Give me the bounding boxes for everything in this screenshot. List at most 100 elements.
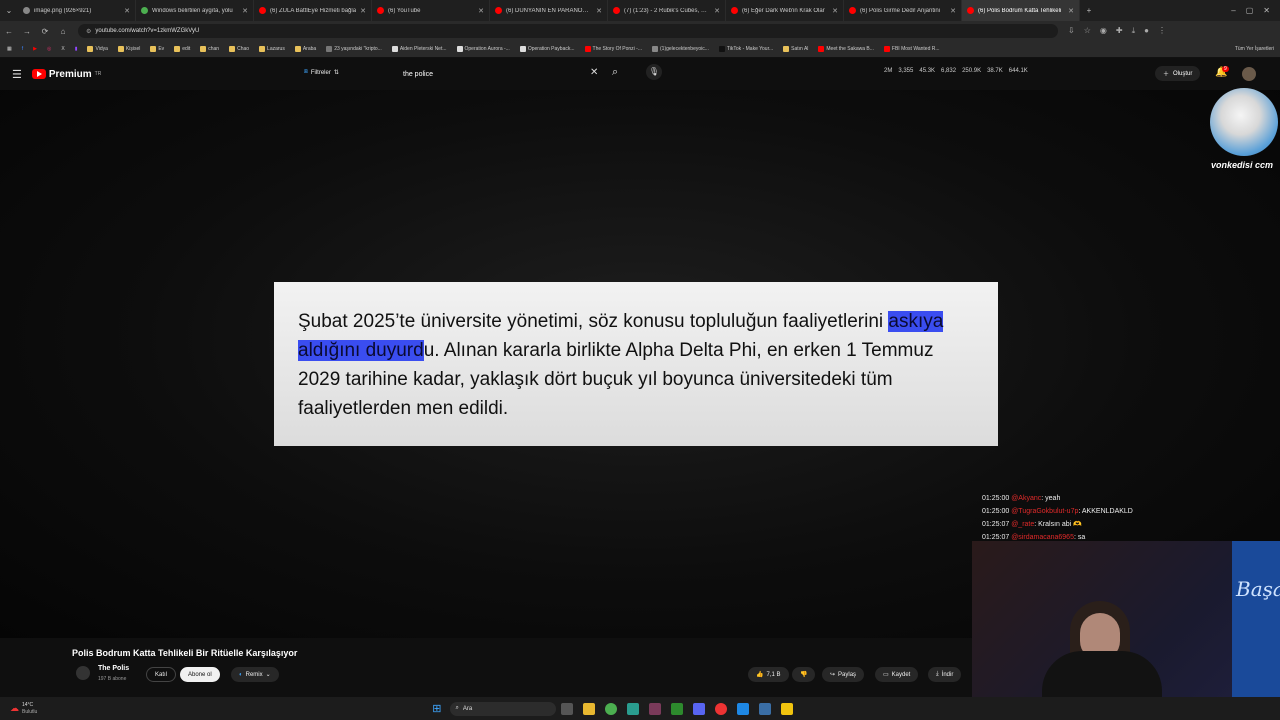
remix-button[interactable]: ◐ Remix ⌄ bbox=[231, 667, 279, 682]
tab-close-icon[interactable]: ✕ bbox=[714, 7, 720, 15]
youtube-logo[interactable]: Premium TR bbox=[31, 69, 101, 80]
app-icon-4[interactable] bbox=[714, 702, 727, 715]
bookmark-11[interactable]: Operation Payback... bbox=[517, 46, 578, 52]
app-icon-2[interactable] bbox=[648, 702, 661, 715]
extension-icon[interactable]: ◉ bbox=[1100, 26, 1107, 36]
like-button[interactable]: 👍 7,1 B bbox=[748, 667, 789, 682]
bookmark-folder-icon bbox=[229, 46, 236, 52]
bookmark-13[interactable]: (1)gelecektenbeyoic... bbox=[649, 46, 712, 52]
search-input[interactable]: the police bbox=[397, 64, 605, 84]
subscribe-button[interactable]: Abone ol bbox=[180, 667, 220, 682]
puzzle-icon[interactable]: ✚ bbox=[1116, 26, 1123, 36]
filters-button[interactable]: ⧈ Filtreler ⇅ bbox=[304, 69, 339, 76]
dislike-button[interactable]: 👎 bbox=[792, 667, 816, 682]
maximize-icon[interactable]: ▢ bbox=[1246, 6, 1254, 15]
share-button[interactable]: ↪ Paylaş bbox=[822, 667, 865, 682]
tab-close-icon[interactable]: ✕ bbox=[832, 7, 838, 15]
app-icon-1[interactable] bbox=[626, 702, 639, 715]
create-button[interactable]: ＋ Oluştur bbox=[1155, 66, 1201, 81]
bookmark-7[interactable]: Araba bbox=[292, 46, 319, 52]
clear-search-icon[interactable]: ✕ bbox=[590, 67, 598, 78]
taskbar-search[interactable]: ⌕ Ara bbox=[449, 701, 556, 716]
bookmark-16[interactable]: Meet the Sakawa B... bbox=[815, 46, 877, 52]
filters-label: Filtreler bbox=[310, 69, 331, 76]
bookmark-14[interactable]: TikTok - Make Your... bbox=[716, 46, 776, 52]
forward-icon[interactable]: → bbox=[18, 27, 36, 36]
star-icon[interactable]: ☆ bbox=[1084, 26, 1091, 36]
hamburger-menu-icon[interactable]: ☰ bbox=[12, 68, 22, 81]
bookmark-15[interactable]: Satın Al bbox=[780, 46, 811, 52]
twitch-icon[interactable]: ▮ bbox=[72, 46, 81, 52]
bookmark-5[interactable]: Chao bbox=[226, 46, 252, 52]
channel-avatar[interactable] bbox=[76, 666, 90, 680]
tab-close-icon[interactable]: ✕ bbox=[1068, 7, 1074, 15]
steam-icon[interactable] bbox=[758, 702, 771, 715]
tab-6[interactable]: (6) Eğer Dark Web'in Krak Olar ✕ bbox=[726, 0, 844, 21]
url-input[interactable]: ⚙ youtube.com/watch?v=1zkmWZGkVyU bbox=[78, 24, 1058, 38]
menu-icon[interactable]: ⋮ bbox=[1158, 26, 1166, 36]
join-button[interactable]: Katıl bbox=[146, 667, 177, 682]
bookmark-label: (1)gelecektenbeyoic... bbox=[660, 46, 709, 52]
tab-3[interactable]: (6) YouTube ✕ bbox=[372, 0, 490, 21]
bookmark-6[interactable]: Lazarus bbox=[256, 46, 288, 52]
chrome-icon[interactable] bbox=[604, 702, 617, 715]
chat-message: 01:25:00 @Akyanc: yeah bbox=[982, 495, 1061, 502]
all-bookmarks[interactable]: Tüm Yer İşaretleri bbox=[1232, 46, 1280, 52]
tab-close-icon[interactable]: ✕ bbox=[950, 7, 956, 15]
site-info-icon[interactable]: ⚙ bbox=[86, 28, 91, 35]
bookmark-4[interactable]: chan bbox=[197, 46, 222, 52]
windows-start-icon[interactable]: ⊞ bbox=[432, 702, 441, 715]
tab-close-icon[interactable]: ✕ bbox=[478, 7, 484, 15]
tab-close-icon[interactable]: ✕ bbox=[242, 7, 248, 15]
close-window-icon[interactable]: ✕ bbox=[1263, 6, 1270, 15]
bookmark-2[interactable]: Ev bbox=[147, 46, 167, 52]
bookmark-label: Operation Aurora -... bbox=[464, 46, 510, 52]
search-icon[interactable]: ⌕ bbox=[612, 66, 618, 79]
reload-icon[interactable]: ⟳ bbox=[36, 27, 54, 36]
tab-menu-icon[interactable]: ⌄ bbox=[0, 6, 18, 15]
instagram-icon[interactable]: ◎ bbox=[44, 46, 54, 52]
tab-0[interactable]: image.png (926×921) ✕ bbox=[18, 0, 136, 21]
tab-close-icon[interactable]: ✕ bbox=[360, 7, 366, 15]
bookmark-0[interactable]: Vidya bbox=[84, 46, 110, 52]
profile-icon[interactable]: ● bbox=[1144, 26, 1149, 36]
bookmark-3[interactable]: edit bbox=[171, 46, 193, 52]
tab-2[interactable]: (6) ZULA BattlEye Hizmeti bağla ✕ bbox=[254, 0, 372, 21]
app-icon-6[interactable] bbox=[780, 702, 793, 715]
bookmark-folder-icon bbox=[391, 46, 398, 52]
save-button[interactable]: ▭ Kaydet bbox=[875, 667, 919, 682]
facebook-icon[interactable]: f bbox=[19, 46, 26, 52]
new-tab-button[interactable]: + bbox=[1080, 6, 1098, 15]
bookmark-1[interactable]: Kişisel bbox=[115, 46, 143, 52]
bookmark-12[interactable]: The Story Of Ponzi -... bbox=[582, 46, 645, 52]
weather-widget[interactable]: ☁ 14°C Bulutlu bbox=[10, 702, 37, 716]
download-button[interactable]: ⤓ İndir bbox=[928, 667, 962, 682]
discord-icon[interactable] bbox=[692, 702, 705, 715]
tab-8[interactable]: (6) Polis Bodrum Katta Tehlikeli ✕ bbox=[962, 0, 1080, 21]
tab-close-icon[interactable]: ✕ bbox=[596, 7, 602, 15]
tab-1[interactable]: Windows belirtilen aygıta, yolu ✕ bbox=[136, 0, 254, 21]
channel-name[interactable]: The Polis bbox=[98, 665, 129, 672]
tab-7[interactable]: (6) Polis Girme Dedi! Anjantini ✕ bbox=[844, 0, 962, 21]
voice-search-icon[interactable]: 🎙 bbox=[646, 64, 662, 80]
minimize-icon[interactable]: – bbox=[1231, 6, 1235, 15]
bookmark-17[interactable]: FBI Most Wanted R... bbox=[881, 46, 943, 52]
tab-5[interactable]: (7) (1:23) - 2 Rubik's Cubes, 2 C ✕ bbox=[608, 0, 726, 21]
home-icon[interactable]: ⌂ bbox=[54, 27, 72, 36]
avatar[interactable] bbox=[1242, 67, 1256, 81]
x-icon[interactable]: X bbox=[58, 46, 67, 52]
app-icon-3[interactable] bbox=[670, 702, 683, 715]
file-explorer-icon[interactable] bbox=[582, 702, 595, 715]
download-icon[interactable]: ⤓ bbox=[1132, 26, 1136, 36]
bookmark-8[interactable]: 23 yaşındaki "kripto... bbox=[323, 46, 385, 52]
app-icon-5[interactable] bbox=[736, 702, 749, 715]
back-icon[interactable]: ← bbox=[0, 27, 18, 36]
tab-4[interactable]: (6) DÜNYANIN EN PARANORMAL ✕ bbox=[490, 0, 608, 21]
apps-icon[interactable]: ▦ bbox=[4, 46, 15, 52]
task-view-icon[interactable] bbox=[560, 702, 573, 715]
install-icon[interactable]: ⇩ bbox=[1068, 26, 1075, 36]
bookmark-10[interactable]: Operation Aurora -... bbox=[454, 46, 513, 52]
bookmark-9[interactable]: Aiden Pleterski Net... bbox=[389, 46, 450, 52]
youtube-bookmark-icon[interactable]: ▶ bbox=[30, 46, 40, 52]
tab-close-icon[interactable]: ✕ bbox=[124, 7, 130, 15]
